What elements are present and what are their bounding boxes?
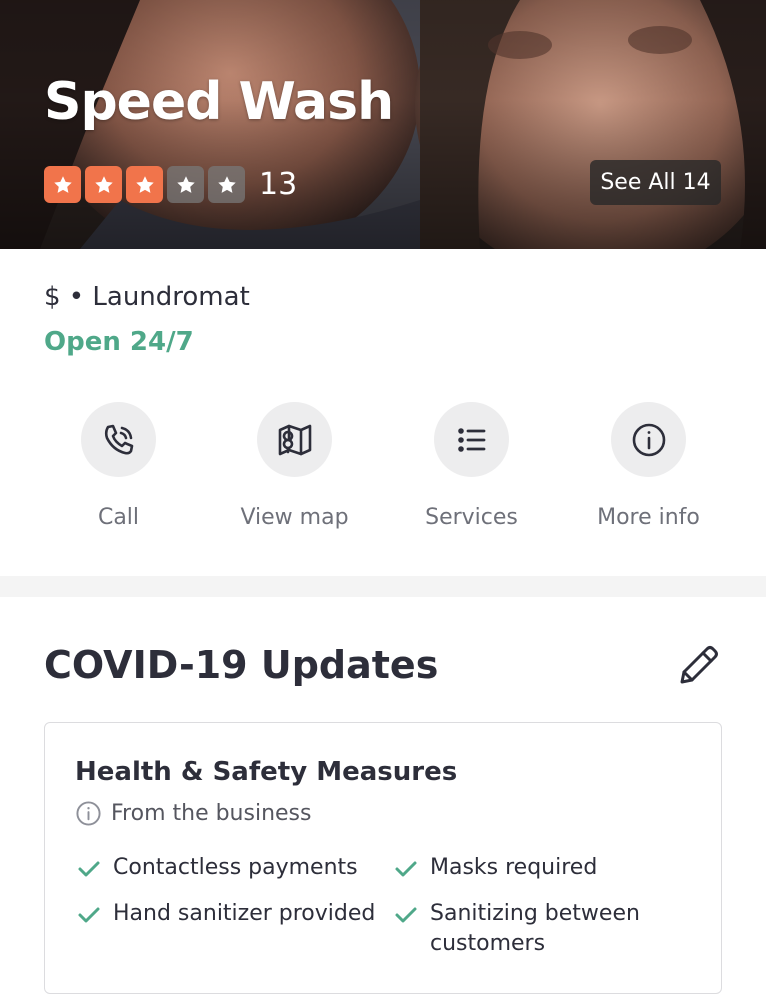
- measure-item: Hand sanitizer provided: [77, 899, 375, 929]
- more-info-icon-circle[interactable]: [611, 402, 686, 477]
- check-icon: [78, 861, 100, 877]
- check-icon: [78, 907, 100, 923]
- measure-text: Hand sanitizer provided: [113, 901, 376, 926]
- hero-photo[interactable]: Speed Wash 13 See All 14: [0, 0, 766, 249]
- check-icon: [395, 907, 417, 923]
- map-icon-circle[interactable]: [257, 402, 332, 477]
- services-label: Services: [425, 505, 518, 530]
- star-icon: [85, 166, 122, 203]
- star-icon: [126, 166, 163, 203]
- info-icon: [632, 423, 665, 456]
- star-rating: 13: [44, 166, 297, 203]
- measure-item: Contactless payments: [77, 853, 358, 883]
- star-icon: [167, 166, 204, 203]
- call-button[interactable]: Call: [30, 402, 207, 530]
- more-info-button[interactable]: More info: [560, 402, 737, 530]
- view-map-label: View map: [240, 505, 349, 530]
- action-bar: Call View map Services More info: [0, 402, 766, 542]
- measure-text: Contactless payments: [113, 855, 358, 880]
- call-icon-circle[interactable]: [81, 402, 156, 477]
- star-icon: [208, 166, 245, 203]
- health-safety-card: Health & Safety Measures From the busine…: [44, 722, 722, 994]
- section-divider: [0, 576, 766, 597]
- measure-item: Masks required: [394, 853, 597, 883]
- business-name: Speed Wash: [44, 72, 394, 132]
- source-note: From the business: [75, 800, 311, 827]
- see-all-photos-button[interactable]: See All 14: [590, 160, 721, 205]
- covid-section-title: COVID-19 Updates: [44, 643, 439, 687]
- call-label: Call: [97, 505, 140, 530]
- phone-icon: [104, 424, 133, 455]
- view-map-button[interactable]: View map: [206, 402, 383, 530]
- services-button[interactable]: Services: [383, 402, 560, 530]
- services-icon-circle[interactable]: [434, 402, 509, 477]
- list-icon: [457, 427, 485, 452]
- source-text: From the business: [111, 801, 312, 826]
- pencil-icon[interactable]: [676, 642, 722, 688]
- measure-text: Masks required: [430, 855, 598, 880]
- star-icon: [44, 166, 81, 203]
- map-icon: [278, 424, 311, 455]
- card-title: Health & Safety Measures: [75, 757, 458, 787]
- measure-text: Sanitizing between customers: [430, 901, 640, 956]
- more-info-label: More info: [597, 505, 700, 530]
- review-count: 13: [259, 167, 298, 202]
- hours-status: Open 24/7: [44, 327, 194, 357]
- price-category: $ • Laundromat: [44, 282, 250, 312]
- measure-item: Sanitizing between customers: [394, 899, 694, 959]
- info-icon: [76, 801, 101, 826]
- check-icon: [395, 861, 417, 877]
